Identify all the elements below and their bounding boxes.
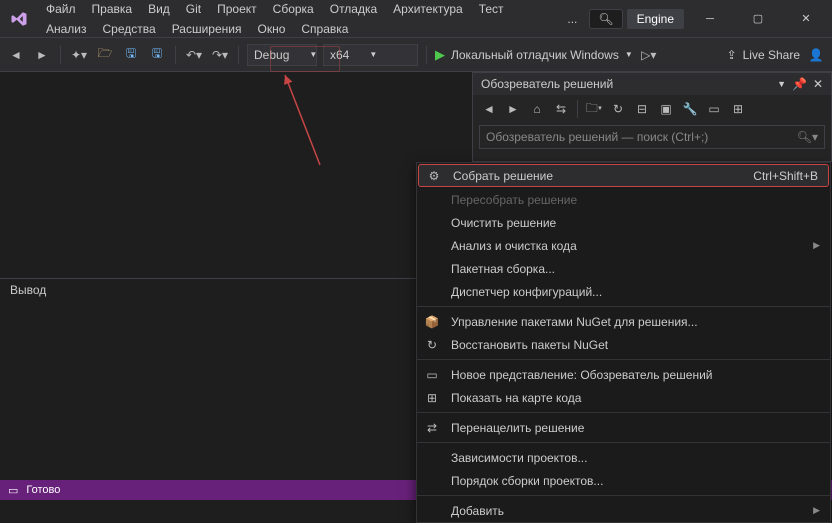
switch-view-icon[interactable]: ⇆ — [551, 99, 571, 119]
annotation-arrow — [270, 70, 330, 170]
menu-сборка[interactable]: Сборка — [265, 0, 322, 19]
menu-вид[interactable]: Вид — [140, 0, 178, 19]
solution-search-input[interactable]: Обозреватель решений — поиск (Ctrl+;) 🔍︎… — [479, 125, 825, 149]
panel-close-icon[interactable]: ✕ — [813, 77, 823, 91]
nav-fwd-icon[interactable]: ► — [32, 45, 52, 65]
undo-icon[interactable]: ↶▾ — [184, 45, 204, 65]
account-icon[interactable]: 👤 — [806, 45, 826, 65]
menu-отладка[interactable]: Отладка — [322, 0, 385, 19]
pin-icon[interactable]: 📌 — [792, 77, 807, 91]
menu-правка[interactable]: Правка — [84, 0, 141, 19]
ctx-пересобрать-решение: Пересобрать решение — [417, 188, 830, 211]
collapse-icon[interactable]: ⊟ — [632, 99, 652, 119]
output-title: Вывод — [0, 279, 416, 301]
menu-окно[interactable]: Окно — [249, 19, 293, 39]
solution-explorer-title: Обозреватель решений — [481, 77, 613, 91]
panel-options-icon[interactable]: ▼ — [777, 79, 786, 89]
start-debug-dropdown[interactable]: Локальный отладчик Windows▼ — [451, 48, 633, 62]
start-button[interactable]: ▶ — [435, 47, 445, 63]
debug-target-icon[interactable]: ▷▾ — [639, 45, 659, 65]
menu-тест[interactable]: Тест — [471, 0, 512, 19]
search-go-icon[interactable]: 🔍︎▾ — [797, 130, 818, 144]
maximize-button[interactable]: ▢ — [736, 4, 780, 34]
sync-icon[interactable]: 🗀▾ — [584, 99, 604, 119]
ctx-диспетчер-конфигураций-[interactable]: Диспетчер конфигураций... — [417, 280, 830, 303]
search-icon: 🔍︎ — [598, 12, 613, 26]
open-icon[interactable]: 🗁 — [95, 45, 115, 65]
minimize-button[interactable]: ─ — [688, 4, 732, 34]
menu-проект[interactable]: Проект — [209, 0, 265, 19]
highlight-config — [270, 46, 340, 72]
status-output-icon[interactable]: ▭ — [8, 484, 18, 497]
status-text: Готово — [26, 484, 60, 496]
ctx-перенацелить-решение[interactable]: ⇄Перенацелить решение — [417, 416, 830, 439]
ctx-порядок-сборки-проектов-[interactable]: Порядок сборки проектов... — [417, 469, 830, 492]
menu-git[interactable]: Git — [178, 0, 209, 19]
close-button[interactable]: ✕ — [784, 4, 828, 34]
home-icon[interactable]: ⌂ — [527, 99, 547, 119]
menu-файл[interactable]: Файл — [38, 0, 84, 19]
search-box[interactable]: 🔍︎ — [589, 9, 622, 29]
solution-context-menu: ⚙Собрать решениеCtrl+Shift+BПересобрать … — [416, 162, 831, 523]
output-panel: Вывод — [0, 278, 416, 480]
redo-icon[interactable]: ↷▾ — [210, 45, 230, 65]
fwd-icon[interactable]: ► — [503, 99, 523, 119]
menu-справка[interactable]: Справка — [293, 19, 356, 39]
solution-name: Engine — [627, 9, 684, 29]
ctx-управление-пакетами-nuget-для-решения-[interactable]: 📦Управление пакетами NuGet для решения..… — [417, 310, 830, 333]
ctx-восстановить-пакеты-nuget[interactable]: ↻Восстановить пакеты NuGet — [417, 333, 830, 356]
ctx-очистить-решение[interactable]: Очистить решение — [417, 211, 830, 234]
back-icon[interactable]: ◄ — [479, 99, 499, 119]
menu-расширения[interactable]: Расширения — [164, 19, 250, 39]
ctx-зависимости-проектов-[interactable]: Зависимости проектов... — [417, 446, 830, 469]
ctx-добавить[interactable]: Добавить▶ — [417, 499, 830, 522]
liveshare-button[interactable]: Live Share — [743, 48, 800, 62]
main-toolbar: ◄ ► ✦▾ 🗁 🖫 🖫 ↶▾ ↷▾ Debug▼ x64▼ ▶ Локальн… — [0, 38, 832, 72]
vs-logo-icon — [0, 0, 38, 38]
save-all-icon[interactable]: 🖫 — [147, 45, 167, 65]
ctx-собрать-решение[interactable]: ⚙Собрать решениеCtrl+Shift+B — [418, 164, 829, 187]
menu-архитектура[interactable]: Архитектура — [385, 0, 471, 19]
ctx-анализ-и-очистка-кода[interactable]: Анализ и очистка кода▶ — [417, 234, 830, 257]
view-icon[interactable]: ⊞ — [728, 99, 748, 119]
liveshare-icon: ⇪ — [727, 48, 737, 62]
ctx-показать-на-карте-кода[interactable]: ⊞Показать на карте кода — [417, 386, 830, 409]
show-all-icon[interactable]: ▣ — [656, 99, 676, 119]
new-item-icon[interactable]: ✦▾ — [69, 45, 89, 65]
ctx-пакетная-сборка-[interactable]: Пакетная сборка... — [417, 257, 830, 280]
menu-средства[interactable]: Средства — [95, 19, 164, 39]
refresh-icon[interactable]: ↻ — [608, 99, 628, 119]
preview-icon[interactable]: ▭ — [704, 99, 724, 119]
solution-explorer-panel: Обозреватель решений ▼ 📌 ✕ ◄ ► ⌂ ⇆ 🗀▾ ↻ … — [472, 72, 832, 162]
menu-more[interactable]: ... — [559, 9, 585, 29]
save-icon[interactable]: 🖫 — [121, 45, 141, 65]
ctx-новое-представление-обозреватель-решений[interactable]: ▭Новое представление: Обозреватель решен… — [417, 363, 830, 386]
menu-анализ[interactable]: Анализ — [38, 19, 95, 39]
properties-icon[interactable]: 🔧 — [680, 99, 700, 119]
nav-back-icon[interactable]: ◄ — [6, 45, 26, 65]
